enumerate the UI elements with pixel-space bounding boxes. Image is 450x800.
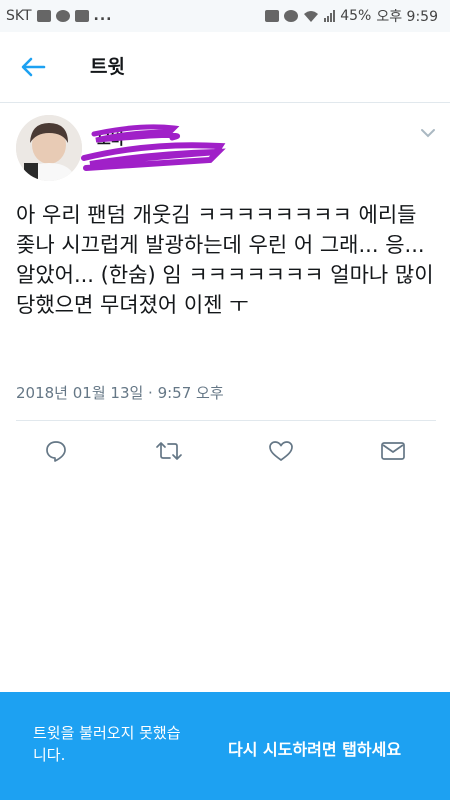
- battery-percent: 45%: [340, 8, 372, 24]
- retweet-icon: [156, 442, 182, 460]
- gallery-notification-icon: [36, 10, 51, 22]
- direct-message-icon: [381, 442, 405, 460]
- avatar[interactable]: [16, 115, 82, 181]
- wifi-icon: [304, 10, 319, 22]
- reply-icon: [46, 441, 66, 462]
- chevron-down-icon[interactable]: [420, 127, 436, 139]
- retry-button[interactable]: 다시 시도하려면 탭하세요: [228, 736, 401, 760]
- app-header: 트윗: [0, 32, 450, 103]
- avatar-photo: [16, 115, 82, 181]
- page-title: 트윗: [90, 56, 125, 78]
- tweet-actions: [0, 434, 450, 470]
- retweet-button[interactable]: [152, 434, 186, 468]
- arrow-left-icon[interactable]: [18, 52, 48, 82]
- status-left: SKT ...: [6, 8, 113, 24]
- status-bar: SKT ... 45% 오후 9:59: [0, 0, 450, 32]
- snackbar-message: 트윗을 불러오지 못했습니다.: [33, 724, 181, 764]
- carrier-label: SKT: [6, 8, 32, 24]
- tweet-timestamp: 2018년 01월 13일 · 9:57 오후: [16, 384, 224, 402]
- like-button[interactable]: [264, 434, 298, 468]
- divider: [16, 420, 436, 421]
- like-icon: [269, 441, 293, 461]
- tweet-text: 아 우리 팬덤 개웃김 ㅋㅋㅋㅋㅋㅋㅋㅋ 에리들 좆나 시끄럽게 발광하는데 우…: [16, 203, 441, 317]
- clock: 오후 9:59: [376, 9, 438, 25]
- more-notifications: ...: [93, 8, 113, 24]
- reply-button[interactable]: [39, 434, 73, 468]
- signal-icon: [324, 10, 336, 22]
- folder-notification-icon: [74, 10, 89, 22]
- lock-icon: [265, 10, 280, 22]
- status-right: 45% 오후 9:59: [265, 6, 438, 26]
- camera-notification-icon: [55, 10, 70, 22]
- direct-message-button[interactable]: [376, 434, 410, 468]
- alarm-icon: [284, 10, 299, 22]
- redaction-scribble: [81, 124, 226, 171]
